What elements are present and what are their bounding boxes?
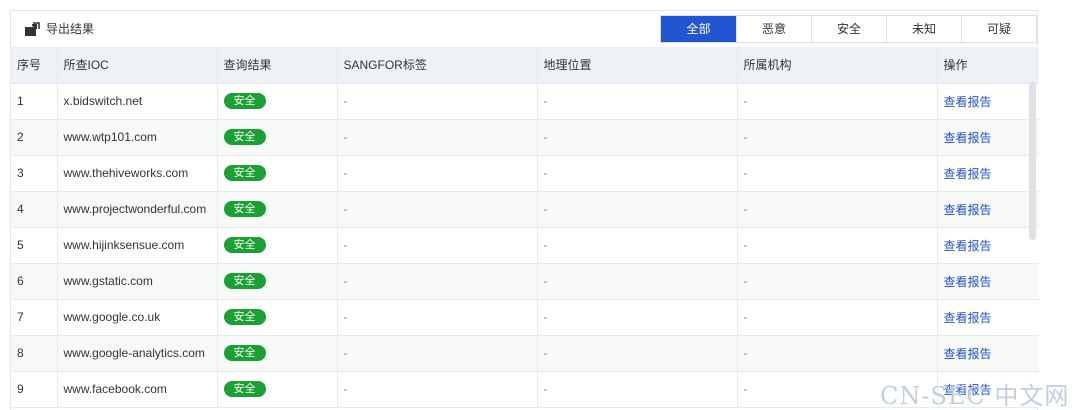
view-report-link[interactable]: 查看报告	[944, 383, 992, 397]
column-header-ioc[interactable]: 所查IOC	[57, 47, 218, 84]
view-report-link[interactable]: 查看报告	[944, 347, 992, 361]
row-ioc: www.google-analytics.com	[57, 335, 218, 371]
row-sangfor-tag: -	[337, 227, 538, 263]
row-ioc: www.facebook.com	[57, 371, 218, 407]
row-ioc: www.wtp101.com	[57, 119, 218, 155]
table-row: 1 x.bidswitch.net 安全 - - - 查看报告	[11, 83, 1039, 119]
row-index: 8	[11, 335, 58, 371]
row-organization: -	[737, 155, 938, 191]
row-organization: -	[737, 119, 938, 155]
ioc-results-table: 序号 所查IOC 查询结果 SANGFOR标签 地理位置 所属机构 操作 1 x…	[11, 47, 1039, 408]
view-report-link[interactable]: 查看报告	[944, 95, 992, 109]
table-row: 2 www.wtp101.com 安全 - - - 查看报告	[11, 119, 1039, 155]
row-index: 9	[11, 371, 58, 407]
row-sangfor-tag: -	[337, 119, 538, 155]
row-ioc: www.thehiveworks.com	[57, 155, 218, 191]
result-badge-safe: 安全	[223, 345, 266, 361]
table-row: 9 www.facebook.com 安全 - - - 查看报告	[11, 371, 1039, 407]
column-header-location[interactable]: 地理位置	[537, 47, 738, 84]
row-index: 3	[11, 155, 58, 191]
table-row: 3 www.thehiveworks.com 安全 - - - 查看报告	[11, 155, 1039, 191]
column-header-result[interactable]: 查询结果	[217, 47, 338, 84]
result-badge-safe: 安全	[223, 201, 266, 217]
table-scrollbar-thumb[interactable]	[1029, 82, 1036, 240]
row-organization: -	[737, 83, 938, 119]
row-sangfor-tag: -	[337, 155, 538, 191]
table-row: 7 www.google.co.uk 安全 - - - 查看报告	[11, 299, 1039, 335]
row-organization: -	[737, 299, 938, 335]
row-ioc: www.projectwonderful.com	[57, 191, 218, 227]
column-header-sangfor-tag[interactable]: SANGFOR标签	[337, 47, 538, 84]
result-badge-safe: 安全	[223, 93, 266, 109]
row-location: -	[537, 227, 738, 263]
row-ioc: www.gstatic.com	[57, 263, 218, 299]
column-header-organization[interactable]: 所属机构	[737, 47, 938, 84]
filter-tab-suspicious[interactable]: 可疑	[961, 16, 1036, 42]
result-badge-safe: 安全	[223, 273, 266, 289]
row-location: -	[537, 371, 738, 407]
row-location: -	[537, 83, 738, 119]
result-badge-safe: 安全	[223, 237, 266, 253]
table-header-row: 序号 所查IOC 查询结果 SANGFOR标签 地理位置 所属机构 操作	[11, 47, 1039, 84]
row-index: 7	[11, 299, 58, 335]
column-header-index[interactable]: 序号	[11, 47, 58, 84]
export-results-label: 导出结果	[46, 22, 95, 36]
row-index: 6	[11, 263, 58, 299]
row-sangfor-tag: -	[337, 299, 538, 335]
row-ioc: www.hijinksensue.com	[57, 227, 218, 263]
row-location: -	[537, 335, 738, 371]
row-organization: -	[737, 191, 938, 227]
row-ioc: www.google.co.uk	[57, 299, 218, 335]
row-index: 2	[11, 119, 58, 155]
table-row: 5 www.hijinksensue.com 安全 - - - 查看报告	[11, 227, 1039, 263]
row-location: -	[537, 299, 738, 335]
view-report-link[interactable]: 查看报告	[944, 311, 992, 325]
row-sangfor-tag: -	[337, 371, 538, 407]
row-ioc: x.bidswitch.net	[57, 83, 218, 119]
view-report-link[interactable]: 查看报告	[944, 131, 992, 145]
row-organization: -	[737, 227, 938, 263]
table-row: 8 www.google-analytics.com 安全 - - - 查看报告	[11, 335, 1039, 371]
row-index: 5	[11, 227, 58, 263]
result-badge-safe: 安全	[223, 129, 266, 145]
column-header-action[interactable]: 操作	[937, 47, 1039, 84]
row-sangfor-tag: -	[337, 263, 538, 299]
view-report-link[interactable]: 查看报告	[944, 203, 992, 217]
toolbar: 导出结果 全部 恶意 安全 未知 可疑	[11, 11, 1037, 45]
row-sangfor-tag: -	[337, 335, 538, 371]
view-report-link[interactable]: 查看报告	[944, 275, 992, 289]
result-badge-safe: 安全	[223, 165, 266, 181]
row-sangfor-tag: -	[337, 83, 538, 119]
export-results-button[interactable]: 导出结果	[24, 20, 94, 37]
table-row: 6 www.gstatic.com 安全 - - - 查看报告	[11, 263, 1039, 299]
row-index: 1	[11, 83, 58, 119]
row-organization: -	[737, 371, 938, 407]
filter-tab-all[interactable]: 全部	[661, 16, 736, 42]
row-sangfor-tag: -	[337, 191, 538, 227]
row-organization: -	[737, 263, 938, 299]
export-icon	[25, 21, 40, 36]
view-report-link[interactable]: 查看报告	[944, 239, 992, 253]
ioc-results-panel: 导出结果 全部 恶意 安全 未知 可疑 序号 所查IOC 查询结果 SANGFO…	[10, 10, 1039, 410]
result-filter-tabs: 全部 恶意 安全 未知 可疑	[660, 15, 1037, 43]
row-location: -	[537, 263, 738, 299]
row-location: -	[537, 155, 738, 191]
filter-tab-unknown[interactable]: 未知	[886, 16, 961, 42]
view-report-link[interactable]: 查看报告	[944, 167, 992, 181]
result-badge-safe: 安全	[223, 309, 266, 325]
table-row: 4 www.projectwonderful.com 安全 - - - 查看报告	[11, 191, 1039, 227]
row-location: -	[537, 119, 738, 155]
result-badge-safe: 安全	[223, 381, 266, 397]
row-location: -	[537, 191, 738, 227]
filter-tab-malicious[interactable]: 恶意	[736, 16, 811, 42]
row-index: 4	[11, 191, 58, 227]
filter-tab-safe[interactable]: 安全	[811, 16, 886, 42]
row-organization: -	[737, 335, 938, 371]
